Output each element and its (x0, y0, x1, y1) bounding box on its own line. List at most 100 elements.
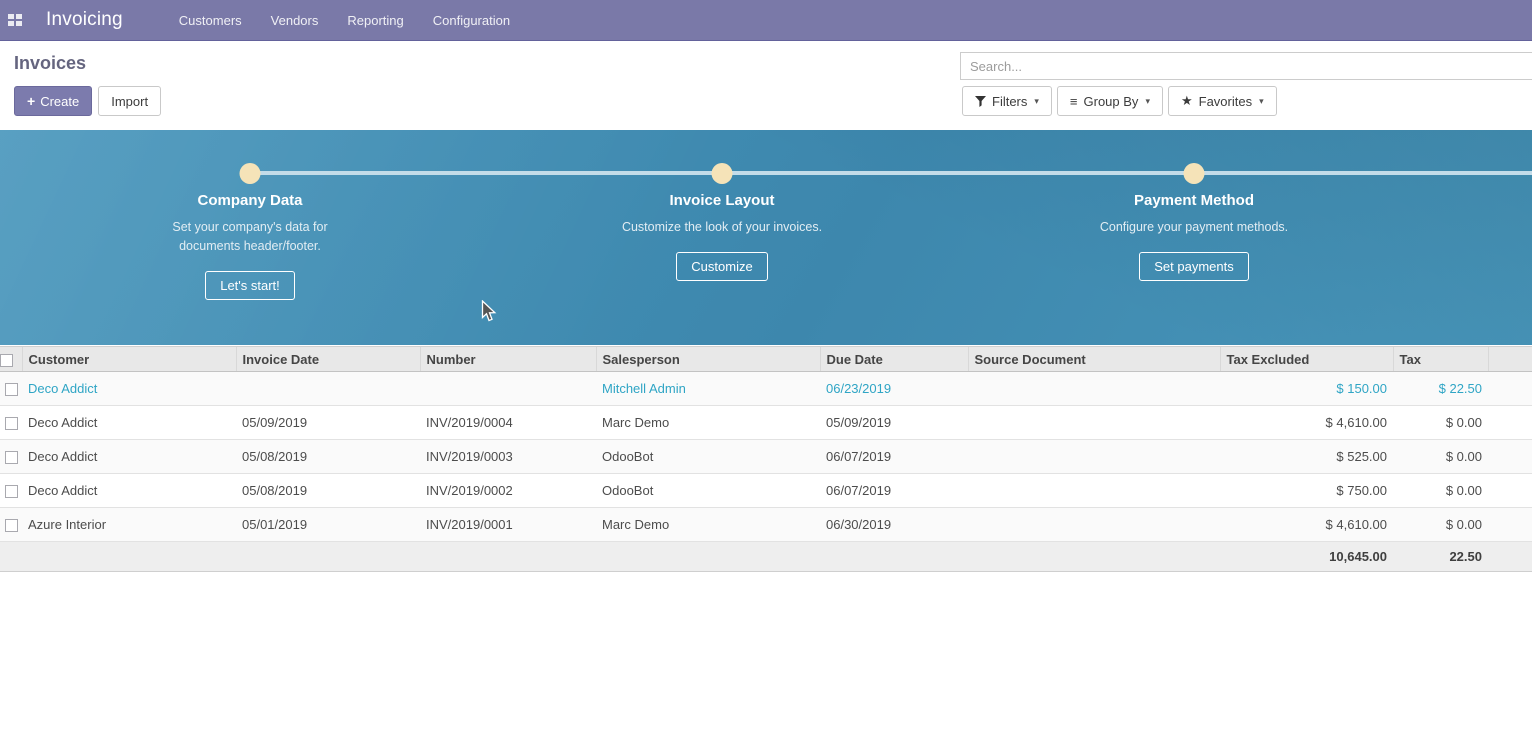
cell-salesperson[interactable]: OdooBot (596, 440, 820, 474)
column-header-tax[interactable]: Tax (1393, 347, 1488, 372)
nav-item-configuration[interactable]: Configuration (433, 1, 510, 40)
cell-customer[interactable]: Azure Interior (22, 508, 236, 542)
control-bar: Invoices + Create Import Filters ▾ ≡ Gro… (0, 41, 1532, 130)
step-dot-payment-method (1184, 163, 1205, 184)
favorites-button[interactable]: ★ Favorites ▾ (1168, 86, 1277, 116)
cell-tax[interactable]: $ 0.00 (1393, 440, 1488, 474)
step-description: Configure your payment methods. (1088, 218, 1300, 237)
onboarding-timeline (250, 171, 1532, 175)
cell-invoice-date[interactable]: 05/08/2019 (236, 440, 420, 474)
lets-start-button[interactable]: Let's start! (205, 271, 295, 300)
table-row[interactable]: Deco Addict Mitchell Admin06/23/2019 $ 150… (0, 372, 1532, 406)
select-all-checkbox[interactable] (0, 354, 13, 367)
table-row[interactable]: Azure Interior05/01/2019INV/2019/0001Mar… (0, 508, 1532, 542)
apps-grid-icon[interactable] (8, 14, 22, 26)
nav-item-vendors[interactable]: Vendors (271, 1, 319, 40)
cell-invoice-date[interactable] (236, 372, 420, 406)
column-header-customer[interactable]: Customer (22, 347, 236, 372)
row-select-cell[interactable] (0, 372, 22, 406)
row-checkbox[interactable] (5, 383, 18, 396)
column-header-number[interactable]: Number (420, 347, 596, 372)
cell-source-document[interactable] (968, 508, 1220, 542)
onboarding-step-invoice-layout: Invoice Layout Customize the look of you… (572, 192, 872, 281)
onboarding-banner: Company Data Set your company's data for… (0, 130, 1532, 345)
cell-tax-excluded[interactable]: $ 525.00 (1220, 440, 1393, 474)
column-header-due-date[interactable]: Due Date (820, 347, 968, 372)
cell-source-document[interactable] (968, 440, 1220, 474)
cell-due-date[interactable]: 06/30/2019 (820, 508, 968, 542)
cell-salesperson[interactable]: Marc Demo (596, 508, 820, 542)
cell-number[interactable]: INV/2019/0003 (420, 440, 596, 474)
cell-customer[interactable]: Deco Addict (22, 474, 236, 508)
nav-item-customers[interactable]: Customers (179, 1, 242, 40)
cell-invoice-date[interactable]: 05/01/2019 (236, 508, 420, 542)
cell-due-date[interactable]: 05/09/2019 (820, 406, 968, 440)
cell-customer[interactable]: Deco Addict (22, 406, 236, 440)
cell-salesperson[interactable]: OdooBot (596, 474, 820, 508)
row-checkbox[interactable] (5, 417, 18, 430)
cell-source-document[interactable] (968, 474, 1220, 508)
app-title: Invoicing (46, 9, 123, 31)
cell-salesperson[interactable]: Mitchell Admin (596, 372, 820, 406)
set-payments-button[interactable]: Set payments (1139, 252, 1249, 281)
column-header-source-document[interactable]: Source Document (968, 347, 1220, 372)
cell-invoice-date[interactable]: 05/09/2019 (236, 406, 420, 440)
group-by-bars-icon: ≡ (1070, 94, 1078, 109)
cell-customer[interactable]: Deco Addict (22, 372, 236, 406)
row-select-cell[interactable] (0, 406, 22, 440)
cell-tax[interactable]: $ 22.50 (1393, 372, 1488, 406)
group-by-button[interactable]: ≡ Group By ▾ (1057, 86, 1163, 116)
cell-number[interactable]: INV/2019/0002 (420, 474, 596, 508)
column-header-salesperson[interactable]: Salesperson (596, 347, 820, 372)
cell-tax[interactable]: $ 0.00 (1393, 406, 1488, 440)
cell-number[interactable] (420, 372, 596, 406)
search-input[interactable] (960, 52, 1532, 80)
filter-funnel-icon (975, 96, 986, 107)
cell-due-date[interactable]: 06/07/2019 (820, 440, 968, 474)
row-select-cell[interactable] (0, 440, 22, 474)
cell-due-date[interactable]: 06/07/2019 (820, 474, 968, 508)
cell-number[interactable]: INV/2019/0001 (420, 508, 596, 542)
top-navbar: Invoicing Customers Vendors Reporting Co… (0, 0, 1532, 41)
cell-tax[interactable]: $ 0.00 (1393, 474, 1488, 508)
invoice-table-body: Deco Addict Mitchell Admin06/23/2019 $ 150… (0, 372, 1532, 542)
table-row[interactable]: Deco Addict05/08/2019INV/2019/0003OdooBo… (0, 440, 1532, 474)
cell-tax-excluded[interactable]: $ 4,610.00 (1220, 406, 1393, 440)
row-checkbox[interactable] (5, 485, 18, 498)
cell-customer[interactable]: Deco Addict (22, 440, 236, 474)
plus-icon: + (27, 93, 35, 109)
table-header-row: Customer Invoice Date Number Salesperson… (0, 347, 1532, 372)
row-select-cell[interactable] (0, 474, 22, 508)
page-title: Invoices (14, 53, 86, 74)
select-all-header[interactable] (0, 347, 22, 372)
cell-source-document[interactable] (968, 372, 1220, 406)
customize-button[interactable]: Customize (676, 252, 767, 281)
nav-item-reporting[interactable]: Reporting (347, 1, 403, 40)
step-dot-company-data (240, 163, 261, 184)
cell-tax-excluded[interactable]: $ 750.00 (1220, 474, 1393, 508)
cell-tax[interactable]: $ 0.00 (1393, 508, 1488, 542)
filters-button[interactable]: Filters ▾ (962, 86, 1052, 116)
spacer-cell (1488, 508, 1532, 542)
total-tax: 22.50 (1393, 542, 1488, 572)
cell-salesperson[interactable]: Marc Demo (596, 406, 820, 440)
nav-menu: Customers Vendors Reporting Configuratio… (179, 1, 539, 40)
spacer-cell (1488, 406, 1532, 440)
table-row[interactable]: Deco Addict05/08/2019INV/2019/0002OdooBo… (0, 474, 1532, 508)
row-checkbox[interactable] (5, 519, 18, 532)
cell-tax-excluded[interactable]: $ 150.00 (1220, 372, 1393, 406)
cell-source-document[interactable] (968, 406, 1220, 440)
import-button[interactable]: Import (98, 86, 161, 116)
column-header-invoice-date[interactable]: Invoice Date (236, 347, 420, 372)
cell-due-date[interactable]: 06/23/2019 (820, 372, 968, 406)
column-header-spacer (1488, 347, 1532, 372)
column-header-tax-excluded[interactable]: Tax Excluded (1220, 347, 1393, 372)
table-row[interactable]: Deco Addict05/09/2019INV/2019/0004Marc D… (0, 406, 1532, 440)
create-button[interactable]: + Create (14, 86, 92, 116)
row-checkbox[interactable] (5, 451, 18, 464)
row-select-cell[interactable] (0, 508, 22, 542)
cell-tax-excluded[interactable]: $ 4,610.00 (1220, 508, 1393, 542)
cell-number[interactable]: INV/2019/0004 (420, 406, 596, 440)
cell-invoice-date[interactable]: 05/08/2019 (236, 474, 420, 508)
onboarding-step-payment-method: Payment Method Configure your payment me… (1044, 192, 1344, 281)
